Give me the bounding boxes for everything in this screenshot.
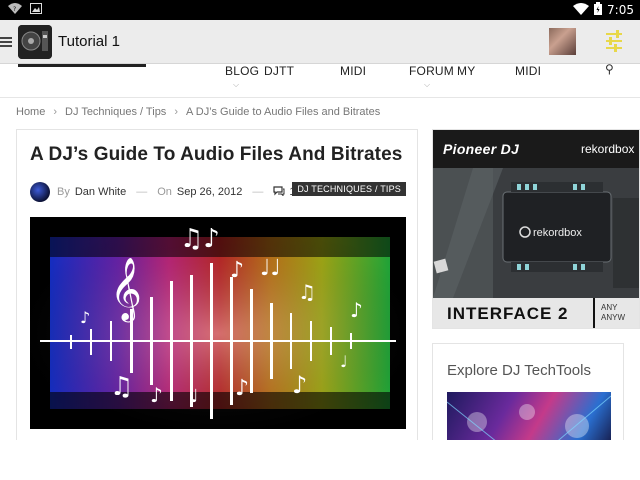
svg-text:♪: ♪ — [350, 298, 363, 322]
svg-text:?: ? — [13, 6, 16, 13]
breadcrumb-category[interactable]: DJ Techniques / Tips — [65, 106, 166, 118]
search-icon[interactable]: ⚲ — [605, 62, 614, 76]
breadcrumb-current: A DJ’s Guide to Audio Files and Bitrates — [185, 106, 381, 118]
nav-item-djtt[interactable]: DJTT — [264, 64, 294, 78]
on-label: On — [157, 186, 172, 198]
author-name[interactable]: Dan White — [75, 186, 126, 198]
chevron-down-icon: ⌵ — [233, 80, 240, 89]
site-navigation: BLOG ⌵ DJTT MIDI FORUM ⌵ MY MIDI ⚲ — [0, 62, 640, 98]
ad-side-text-1: ANY — [601, 303, 618, 312]
svg-text:♪: ♪ — [150, 383, 163, 407]
screen: ? 7:05 Tutorial 1 BLOG ⌵ DJTT MIDI FORUM… — [0, 0, 640, 480]
equalizer-settings-icon[interactable] — [604, 30, 624, 52]
menu-icon[interactable] — [0, 35, 14, 49]
explore-title: Explore DJ TechTools — [447, 362, 591, 379]
chevron-right-icon: › — [53, 106, 58, 118]
svg-text:𝄞: 𝄞 — [110, 257, 142, 323]
user-avatar[interactable] — [549, 28, 576, 55]
ad-product-image: rekordbox — [433, 168, 639, 298]
chevron-down-icon: ⌵ — [424, 80, 431, 89]
ad-footer: INTERFACE 2 ANY ANYW — [433, 298, 639, 328]
svg-text:♪: ♪ — [292, 371, 307, 399]
ad-device-label: rekordbox — [533, 227, 582, 239]
article-meta: By Dan White — On Sep 26, 2012 — 176 DJ … — [30, 181, 406, 203]
nav-item-my[interactable]: MY — [457, 64, 475, 78]
nav-item-forum[interactable]: FORUM — [409, 64, 454, 78]
nav-item-blog[interactable]: BLOG — [225, 64, 259, 78]
ad-header: Pioneer DJ rekordbox — [433, 130, 639, 168]
nav-item-midi[interactable]: MIDI — [340, 64, 366, 78]
ad-side-text: ANY ANYW — [601, 303, 625, 323]
svg-text:♩: ♩ — [190, 386, 199, 407]
svg-text:♫: ♫ — [298, 280, 316, 304]
image-icon — [30, 1, 42, 19]
wifi-icon — [573, 2, 590, 18]
status-time: 7:05 — [607, 3, 634, 17]
article-card: A DJ’s Guide To Audio Files And Bitrates… — [16, 129, 418, 449]
site-logo[interactable] — [18, 64, 146, 67]
ad-side-text-2: ANYW — [601, 313, 625, 322]
breadcrumb: Home › DJ Techniques / Tips › A DJ’s Gui… — [16, 106, 380, 118]
author-avatar[interactable] — [30, 182, 50, 202]
ad-brand-secondary: rekordbox — [581, 142, 635, 156]
app-title: Tutorial 1 — [58, 33, 120, 50]
battery-icon — [594, 2, 603, 18]
chevron-right-icon: › — [174, 106, 178, 118]
app-toolbar: Tutorial 1 — [0, 20, 640, 64]
hero-image: 𝄞 ♫♪ ♪ ♩♩ ♫ ♪ ♫ ♪ ♩ ♪ ♪ ♪ ♩ — [30, 217, 406, 429]
ad-divider — [593, 298, 595, 328]
article-title: A DJ’s Guide To Audio Files And Bitrates — [30, 144, 403, 165]
explore-widget: Explore DJ TechTools — [432, 343, 624, 449]
svg-text:♩: ♩ — [340, 352, 348, 371]
svg-text:♪: ♪ — [80, 308, 90, 327]
meta-divider: — — [252, 186, 264, 198]
svg-text:♪: ♪ — [230, 258, 244, 283]
comment-icon — [273, 185, 285, 199]
svg-text:♪: ♪ — [235, 376, 249, 401]
breadcrumb-home[interactable]: Home — [16, 106, 45, 118]
by-label: By — [57, 186, 70, 198]
app-logo-icon — [18, 24, 52, 59]
ad-headline: INTERFACE 2 — [447, 304, 569, 323]
nav-item-midi-2[interactable]: MIDI — [515, 64, 541, 78]
sidebar-ad[interactable]: Pioneer DJ rekordbox rekordbox INTERFACE… — [432, 129, 640, 329]
svg-text:♩♩: ♩♩ — [260, 256, 281, 281]
svg-text:♫♪: ♫♪ — [180, 224, 220, 254]
article-date: Sep 26, 2012 — [176, 186, 243, 198]
status-bar: ? 7:05 — [0, 0, 640, 20]
meta-divider: — — [136, 186, 148, 198]
ad-brand: Pioneer DJ — [443, 141, 520, 157]
category-tag[interactable]: DJ TECHNIQUES / TIPS — [292, 182, 406, 196]
bottom-area — [0, 440, 640, 480]
svg-text:♫: ♫ — [110, 372, 133, 402]
wifi-question-icon: ? — [8, 1, 22, 19]
